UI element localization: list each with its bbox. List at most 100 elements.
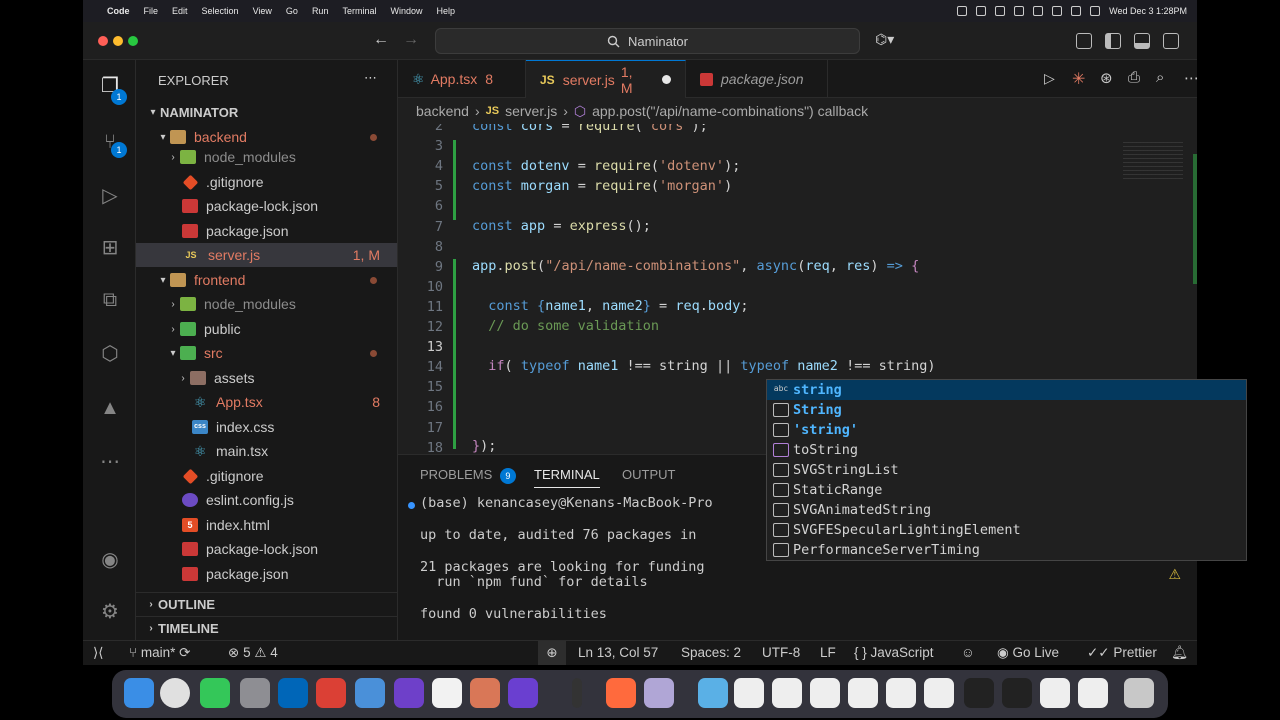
- menu-file[interactable]: File: [144, 6, 159, 16]
- spotlight-icon[interactable]: [1071, 6, 1082, 16]
- tree-item-eslint-config[interactable]: eslint.config.js: [136, 488, 397, 512]
- tree-item-app-tsx[interactable]: ⚛ App.tsx 8: [136, 390, 397, 414]
- vscode-icon[interactable]: [278, 678, 308, 708]
- run-icon[interactable]: ▷: [1044, 70, 1055, 87]
- more-actions-icon[interactable]: ⋯: [1184, 69, 1199, 87]
- line-ending[interactable]: LF: [820, 645, 836, 660]
- go-live-item[interactable]: ◉ Go Live: [997, 645, 1059, 661]
- project-folder[interactable]: ▾ NAMINATOR: [136, 100, 397, 124]
- bluetooth-icon[interactable]: [1014, 6, 1025, 16]
- encoding[interactable]: UTF-8: [762, 645, 800, 660]
- forward-arrow-icon[interactable]: →: [403, 31, 419, 49]
- control-center-icon[interactable]: [1090, 6, 1101, 16]
- claude-app-icon[interactable]: [470, 678, 500, 708]
- menu-app-name[interactable]: Code: [107, 6, 130, 16]
- extensions-icon[interactable]: ⊞: [98, 236, 122, 260]
- tree-item-index-css[interactable]: css index.css: [136, 415, 397, 439]
- breadcrumb-folder[interactable]: backend: [416, 103, 469, 119]
- suggestion-item[interactable]: SVGFESpecularLightingElement: [767, 520, 1246, 540]
- tree-item-frontend[interactable]: ▾ frontend: [136, 268, 397, 292]
- trash-icon[interactable]: [1124, 678, 1154, 708]
- prettier-item[interactable]: ✓✓ Prettier: [1087, 645, 1157, 661]
- downloads-folder-icon[interactable]: [698, 678, 728, 708]
- tab-output[interactable]: OUTPUT: [622, 467, 675, 482]
- app-icon[interactable]: [606, 678, 636, 708]
- suggestion-item[interactable]: 'string': [767, 420, 1246, 440]
- tab-terminal[interactable]: TERMINAL: [534, 467, 600, 488]
- openai-icon[interactable]: ⊛: [1100, 69, 1113, 87]
- unsaved-dot-icon[interactable]: [662, 75, 671, 84]
- breadcrumb-file[interactable]: server.js: [505, 103, 557, 119]
- menubar-clock[interactable]: Wed Dec 3 1:28PM: [1109, 6, 1187, 16]
- menu-window[interactable]: Window: [390, 6, 422, 16]
- azure-icon[interactable]: ▲: [98, 396, 122, 420]
- cursor-position[interactable]: Ln 13, Col 57: [578, 645, 658, 660]
- tab-app-tsx[interactable]: ⚛ App.tsx 8: [398, 60, 526, 98]
- github-desktop-icon[interactable]: [394, 678, 424, 708]
- back-arrow-icon[interactable]: ←: [373, 31, 389, 49]
- app-icon[interactable]: [572, 678, 582, 708]
- minimap[interactable]: [1123, 142, 1183, 182]
- tree-item-package-lock[interactable]: package-lock.json: [136, 194, 397, 218]
- language-mode[interactable]: { } JavaScript: [854, 645, 934, 660]
- window-thumbnail[interactable]: [848, 678, 878, 708]
- command-center-search[interactable]: Naminator: [435, 28, 860, 54]
- zoom-icon[interactable]: ⊕: [538, 641, 566, 665]
- tree-item-assets[interactable]: › assets: [136, 366, 397, 390]
- tab-server-js[interactable]: JS server.js 1, M: [526, 60, 686, 98]
- tree-item-gitignore[interactable]: .gitignore: [136, 170, 397, 194]
- window-thumbnail[interactable]: [924, 678, 954, 708]
- notifications-icon[interactable]: 🔔︎: [1171, 645, 1188, 661]
- toggle-secondary-sidebar-icon[interactable]: [1163, 33, 1179, 49]
- toggle-sidebar-icon[interactable]: [1105, 33, 1121, 49]
- print-icon[interactable]: ⎙: [1128, 69, 1140, 86]
- tree-item-package-json-frontend[interactable]: package.json: [136, 562, 397, 586]
- dropbox-icon[interactable]: [976, 6, 987, 16]
- zoom-window-button[interactable]: [128, 36, 138, 46]
- settings-gear-icon[interactable]: ⚙: [98, 600, 122, 624]
- suggestion-item[interactable]: SVGStringList: [767, 460, 1246, 480]
- account-icon[interactable]: ◉: [98, 548, 122, 572]
- menu-terminal[interactable]: Terminal: [342, 6, 376, 16]
- chatgpt-icon[interactable]: [995, 6, 1006, 16]
- suggestion-item[interactable]: SVGAnimatedString: [767, 500, 1246, 520]
- tree-item-gitignore-frontend[interactable]: .gitignore: [136, 464, 397, 488]
- window-thumbnail[interactable]: [1002, 678, 1032, 708]
- menu-edit[interactable]: Edit: [172, 6, 188, 16]
- menu-go[interactable]: Go: [286, 6, 298, 16]
- app-icon[interactable]: [355, 678, 385, 708]
- wifi-icon[interactable]: [1052, 6, 1063, 16]
- menu-help[interactable]: Help: [436, 6, 455, 16]
- todoist-icon[interactable]: [316, 678, 346, 708]
- battery-icon[interactable]: [1033, 6, 1044, 16]
- indentation[interactable]: Spaces: 2: [681, 645, 741, 660]
- tree-item-index-html[interactable]: 5 index.html: [136, 513, 397, 537]
- suggestion-item[interactable]: toString: [767, 440, 1246, 460]
- obsidian-icon[interactable]: [508, 678, 538, 708]
- timeline-section[interactable]: › TIMELINE: [136, 616, 397, 640]
- menu-run[interactable]: Run: [312, 6, 329, 16]
- tree-item-public[interactable]: › public: [136, 317, 397, 341]
- menu-selection[interactable]: Selection: [202, 6, 239, 16]
- containers-icon[interactable]: ⬡: [98, 342, 122, 366]
- tree-item-package-lock-frontend[interactable]: package-lock.json: [136, 537, 397, 561]
- window-thumbnail[interactable]: [886, 678, 916, 708]
- tree-item-main-tsx[interactable]: ⚛ main.tsx: [136, 439, 397, 463]
- minimize-window-button[interactable]: [113, 36, 123, 46]
- suggestion-item[interactable]: String: [767, 400, 1246, 420]
- copilot-icon[interactable]: ⌬▾: [875, 31, 894, 48]
- window-thumbnail[interactable]: [1078, 678, 1108, 708]
- run-debug-icon[interactable]: ▷: [98, 184, 122, 208]
- problems-item[interactable]: ⊗ 5 ⚠ 4: [228, 645, 278, 661]
- breadcrumb-symbol[interactable]: app.post("/api/name-combinations") callb…: [592, 103, 868, 119]
- menu-view[interactable]: View: [253, 6, 272, 16]
- suggestion-item[interactable]: abc string: [767, 380, 1246, 400]
- window-thumbnail[interactable]: [772, 678, 802, 708]
- suggestion-item[interactable]: PerformanceServerTiming: [767, 540, 1246, 560]
- scrollbar-decoration[interactable]: [1193, 154, 1197, 284]
- window-thumbnail[interactable]: [734, 678, 764, 708]
- preview-icon[interactable]: ⌕: [1156, 69, 1164, 86]
- tree-item-server-js[interactable]: JS server.js 1, M: [136, 243, 397, 267]
- close-window-button[interactable]: [98, 36, 108, 46]
- tab-problems[interactable]: PROBLEMS 9: [420, 467, 516, 484]
